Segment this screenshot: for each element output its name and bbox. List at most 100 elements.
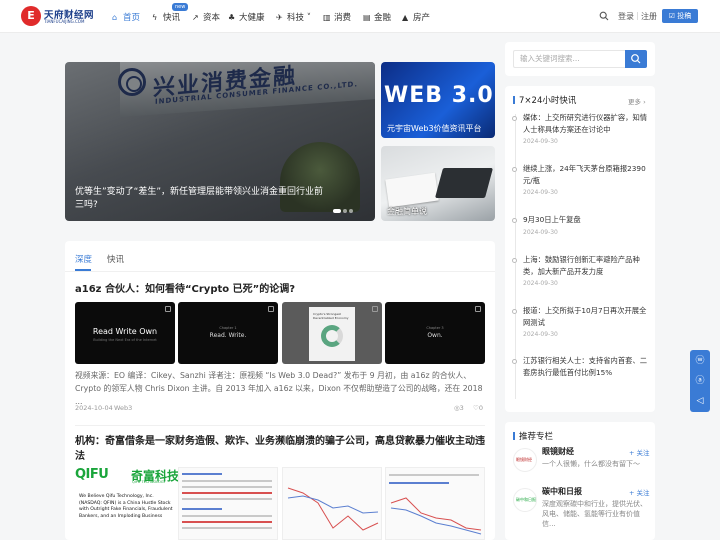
nav-capital[interactable]: ↗ 资本 bbox=[192, 11, 220, 23]
article-tag[interactable]: Web3 bbox=[114, 404, 132, 412]
thumb-title: Read. Write. bbox=[209, 332, 247, 339]
nav-health[interactable]: ♣ 大健康 bbox=[228, 11, 265, 23]
tab-depth[interactable]: 深度 bbox=[75, 253, 92, 265]
finance-card[interactable]: 金融简单说 bbox=[381, 146, 495, 221]
book-icon bbox=[475, 306, 481, 312]
nav-label: 首页 bbox=[123, 13, 141, 23]
thumbnail[interactable] bbox=[178, 467, 278, 540]
search-icon[interactable] bbox=[599, 11, 609, 21]
thumb-sub: Chapter 1 bbox=[219, 326, 237, 330]
thumb-sub: Chapter 3 bbox=[426, 326, 444, 330]
sidebar-search-button[interactable] bbox=[625, 50, 647, 68]
article-title[interactable]: a16z 合伙人：如何看待“Crypto 已死”的论调? bbox=[75, 282, 485, 297]
avatar[interactable]: 碳中和日报 bbox=[513, 488, 537, 512]
column-item[interactable]: 眼镜财经 眼镜财经 + 关注 一个人很懒，什么都没有留下～ bbox=[513, 446, 653, 480]
article-thumbnails[interactable]: Read Write Own Building the Next Era of … bbox=[75, 302, 485, 364]
thumb-title: Crypto's Strongest Decentralized Economy bbox=[313, 312, 349, 320]
lightning-icon: ϟ bbox=[152, 13, 158, 22]
thumbnail[interactable]: Read Write Own Building the Next Era of … bbox=[75, 302, 175, 364]
news-text[interactable]: 9月30日上午复盘 bbox=[523, 214, 648, 226]
news-item[interactable]: 报道：上交所拟于10月7日再次开展全网测试 2024-09-30 bbox=[512, 305, 648, 338]
nav-home[interactable]: ⌂ 首页 bbox=[112, 11, 140, 23]
article-list: 深度 快讯 a16z 合伙人：如何看待“Crypto 已死”的论调? Read … bbox=[65, 241, 495, 540]
news-item[interactable]: 江苏银行相关人士：支持省内首套、二套房执行最低首付比例15% bbox=[512, 355, 648, 378]
web3-card[interactable]: WEB 3.0 元宇宙Web3价值资讯平台 bbox=[381, 62, 495, 138]
nav-tech[interactable]: ✈ 科技 ˅ bbox=[276, 11, 311, 23]
news-item[interactable]: 继续上涨，24年飞天茅台原箱报2390元/瓶 2024-09-30 bbox=[512, 163, 648, 196]
news-date: 2024-09-30 bbox=[523, 138, 558, 145]
bank-icon: ▤ bbox=[363, 13, 371, 22]
site-header: E 天府财经网 TIANFUCAIJING.COM ⌂ 首页 ϟ 快讯 ↗ 资本 ♣ 大… bbox=[0, 0, 720, 33]
share-icon[interactable]: ◁ bbox=[690, 391, 710, 411]
tab-flash[interactable]: 快讯 bbox=[107, 253, 124, 265]
news-item[interactable]: 9月30日上午复盘 2024-09-30 bbox=[512, 214, 648, 236]
news-item[interactable]: 上海：鼓励银行创新汇率避险产品种类，加大新产品开发力度 2024-09-30 bbox=[512, 254, 648, 287]
news-text[interactable]: 江苏银行相关人士：支持省内首套、二套房执行最低首付比例15% bbox=[523, 355, 648, 378]
avatar-label: 碳中和日报 bbox=[516, 497, 536, 502]
site-logo[interactable]: E 天府财经网 TIANFUCAIJING.COM bbox=[21, 6, 94, 27]
news-text[interactable]: 继续上涨，24年飞天茅台原箱报2390元/瓶 bbox=[523, 163, 648, 186]
article-title[interactable]: 机构：奇富借条是一家财务造假、欺诈、业务濒临崩溃的骗子公司，高息贷款暴力催收主动… bbox=[75, 434, 485, 464]
follow-button[interactable]: + 关注 bbox=[629, 487, 650, 497]
flash-news-panel: 7×24小时快讯 更多 › 媒体：上交所研究进行仪器扩容，知情人士称具体方案还在… bbox=[505, 86, 655, 412]
nav-label: 大健康 bbox=[239, 13, 265, 23]
sidebar-search-input[interactable]: 输入关键词搜索... bbox=[513, 50, 627, 68]
timeline-dot-icon bbox=[512, 167, 517, 172]
news-item[interactable]: 媒体：上交所研究进行仪器扩容，知情人士称具体方案还在讨论中 2024-09-30 bbox=[512, 112, 648, 145]
thumbnail[interactable] bbox=[282, 467, 382, 540]
thumbnail[interactable]: Crypto's Strongest Decentralized Economy bbox=[282, 302, 382, 364]
carousel-dot[interactable] bbox=[343, 209, 347, 213]
comment-count[interactable]: ◎3 bbox=[454, 404, 464, 412]
plane-icon: ✈ bbox=[276, 13, 283, 22]
column-name[interactable]: 碳中和日报 bbox=[542, 486, 582, 497]
thumbnail[interactable]: Chapter 3 Own. bbox=[385, 302, 485, 364]
thumb-sub: Building the Next Era of the Internet bbox=[93, 338, 157, 342]
timeline-dot-icon bbox=[512, 218, 517, 223]
line-chart-image bbox=[390, 497, 482, 535]
qifu-body: We Believe Qifu Technology, Inc. (NASDAQ… bbox=[79, 494, 173, 519]
timeline-dot-icon bbox=[512, 359, 517, 364]
donut-chart-icon bbox=[321, 325, 343, 347]
nav-realestate[interactable]: ▲ 房产 bbox=[402, 11, 430, 23]
news-text[interactable]: 上海：鼓励银行创新汇率避险产品种类，加大新产品开发力度 bbox=[523, 254, 648, 277]
sheet-row bbox=[182, 527, 272, 529]
header-separator: | bbox=[636, 11, 639, 20]
register-link[interactable]: 注册 bbox=[641, 11, 657, 22]
nav-label: 科技 ˅ bbox=[287, 13, 311, 23]
timeline-dot-icon bbox=[512, 258, 517, 263]
recommended-columns: 推荐专栏 眼镜财经 眼镜财经 + 关注 一个人很懒，什么都没有留下～ 碳中和日报… bbox=[505, 422, 655, 540]
nav-finance[interactable]: ▤ 金融 bbox=[363, 11, 391, 23]
column-item[interactable]: 碳中和日报 碳中和日报 + 关注 深度观察碳中和行业，提供光伏、风电、储能、氢能… bbox=[513, 486, 653, 528]
carousel-dot[interactable] bbox=[349, 209, 353, 213]
weibo-icon[interactable]: ⓦ bbox=[690, 351, 710, 371]
carousel-dot-active[interactable] bbox=[333, 209, 341, 213]
column-name[interactable]: 眼镜财经 bbox=[542, 446, 574, 457]
paw-icon[interactable]: ⓐ bbox=[690, 371, 710, 391]
thumbnail[interactable]: Chapter 1 Read. Write. bbox=[178, 302, 278, 364]
book-icon bbox=[372, 306, 378, 312]
thumbnail[interactable] bbox=[385, 467, 485, 540]
article-thumbnails[interactable]: QIFU 奇富科技 QIFU TECHNOLOGY We Believe Qif… bbox=[75, 467, 485, 540]
thumbnail[interactable]: QIFU 奇富科技 QIFU TECHNOLOGY We Believe Qif… bbox=[75, 467, 179, 540]
hero-carousel[interactable]: 兴业消费金融 INDUSTRIAL CONSUMER FINANCE CO.,L… bbox=[65, 62, 375, 221]
nav-label: 消费 bbox=[334, 13, 352, 23]
news-text[interactable]: 报道：上交所拟于10月7日再次开展全网测试 bbox=[523, 305, 648, 328]
health-icon: ♣ bbox=[228, 13, 236, 22]
tab-indicator bbox=[75, 269, 91, 271]
avatar[interactable]: 眼镜财经 bbox=[513, 448, 537, 472]
thumb-title: Own. bbox=[427, 332, 443, 339]
news-text[interactable]: 媒体：上交所研究进行仪器扩容，知情人士称具体方案还在讨论中 bbox=[523, 112, 648, 135]
tab-border bbox=[65, 271, 495, 272]
nav-consumer[interactable]: ▥ 消费 bbox=[323, 11, 351, 23]
like-count[interactable]: ♡0 bbox=[473, 404, 483, 412]
hero-title[interactable]: 优等生”变动了“差生”，新任管理层能带领兴业消金重回行业前三吗? bbox=[75, 186, 325, 212]
more-link[interactable]: 更多 › bbox=[628, 96, 646, 106]
avatar-label: 眼镜财经 bbox=[516, 457, 532, 462]
contribute-button[interactable]: ☑ 投稿 bbox=[662, 9, 698, 23]
follow-button[interactable]: + 关注 bbox=[629, 447, 650, 457]
web3-card-caption: 元宇宙Web3价值资讯平台 bbox=[387, 124, 482, 133]
column-desc: 深度观察碳中和行业，提供光伏、风电、储能、氢能等行业有价值信... bbox=[542, 500, 647, 528]
nav-flash[interactable]: ϟ 快讯 bbox=[152, 11, 180, 23]
sheet-row bbox=[182, 515, 272, 517]
login-link[interactable]: 登录 bbox=[618, 11, 634, 22]
